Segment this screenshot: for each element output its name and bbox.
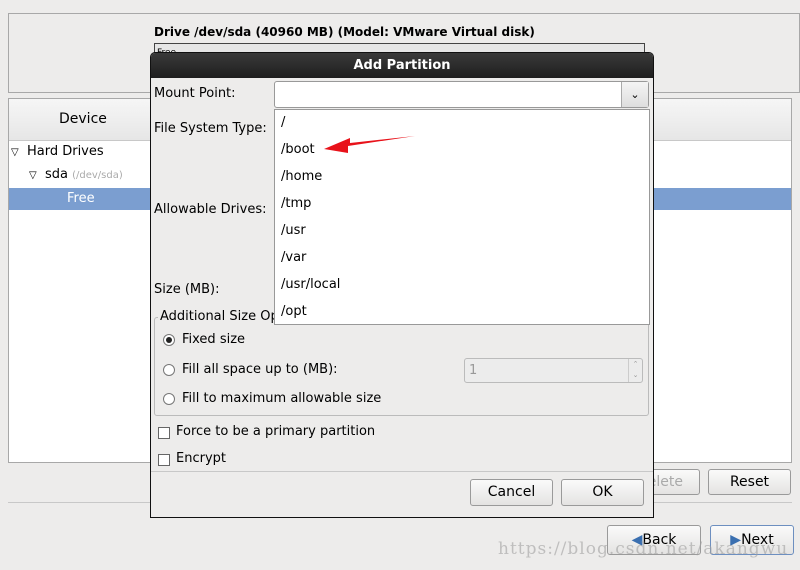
size-label: Size (MB):	[154, 282, 220, 297]
dialog-title: Add Partition	[353, 58, 451, 73]
device-column-label: Device	[59, 111, 107, 127]
fs-type-label: File System Type:	[154, 121, 267, 136]
mount-option[interactable]: /tmp	[281, 196, 311, 211]
mount-point-label: Mount Point:	[154, 86, 236, 101]
button-label: OK	[592, 484, 613, 500]
drive-header: Drive /dev/sda (40960 MB) (Model: VMware…	[154, 25, 535, 39]
encrypt-label: Encrypt	[176, 451, 226, 466]
fixed-size-label: Fixed size	[182, 332, 246, 347]
fill-up-to-radio[interactable]	[163, 364, 175, 376]
radio-dot	[166, 337, 172, 343]
ok-button[interactable]: OK	[561, 479, 644, 506]
tree-label: Free	[67, 191, 95, 206]
tree-sda[interactable]: ▽ sda (/dev/sda)	[29, 167, 123, 182]
mount-option[interactable]: /usr/local	[281, 277, 340, 292]
button-label: Reset	[729, 474, 770, 490]
tree-hard-drives[interactable]: ▽ Hard Drives	[11, 144, 104, 159]
force-primary-checkbox[interactable]	[158, 427, 170, 439]
mount-option[interactable]: /usr	[281, 223, 306, 238]
spinner-arrows-icon[interactable]: ⌃ ⌄	[628, 359, 642, 382]
expander-icon: ▽	[29, 170, 37, 181]
watermark: https://blog.csdn.net/akangwu	[498, 539, 789, 559]
fill-max-label: Fill to maximum allowable size	[182, 391, 382, 406]
mount-option[interactable]: /opt	[281, 304, 307, 319]
fill-up-to-label: Fill all space up to (MB):	[182, 362, 338, 377]
chevron-down-icon[interactable]: ⌄	[621, 82, 648, 107]
dialog-separator	[151, 471, 653, 472]
tree-path: (/dev/sda)	[72, 170, 123, 181]
reset-button[interactable]: Reset	[708, 469, 791, 495]
fixed-size-radio[interactable]	[163, 334, 175, 346]
spinner-value: 1	[469, 363, 478, 378]
mount-point-combo[interactable]: ⌄	[274, 81, 649, 108]
mount-option[interactable]: /	[281, 115, 285, 130]
tree-label: sda	[44, 167, 68, 182]
allowable-drives-label: Allowable Drives:	[154, 202, 267, 217]
encrypt-checkbox[interactable]	[158, 454, 170, 466]
fill-max-radio[interactable]	[163, 393, 175, 405]
fill-up-to-spinner[interactable]: 1 ⌃ ⌄	[464, 358, 643, 383]
force-primary-label: Force to be a primary partition	[176, 424, 376, 439]
expander-icon: ▽	[11, 147, 19, 158]
cancel-button[interactable]: Cancel	[470, 479, 553, 506]
button-label: Cancel	[487, 484, 536, 500]
dialog-titlebar[interactable]: Add Partition	[151, 53, 653, 78]
mount-option[interactable]: /var	[281, 250, 306, 265]
tree-label: Hard Drives	[26, 144, 104, 159]
red-arrow-annotation	[324, 136, 415, 153]
mount-option[interactable]: /boot	[281, 142, 315, 157]
arrow-shape	[324, 136, 415, 153]
mount-option[interactable]: /home	[281, 169, 322, 184]
